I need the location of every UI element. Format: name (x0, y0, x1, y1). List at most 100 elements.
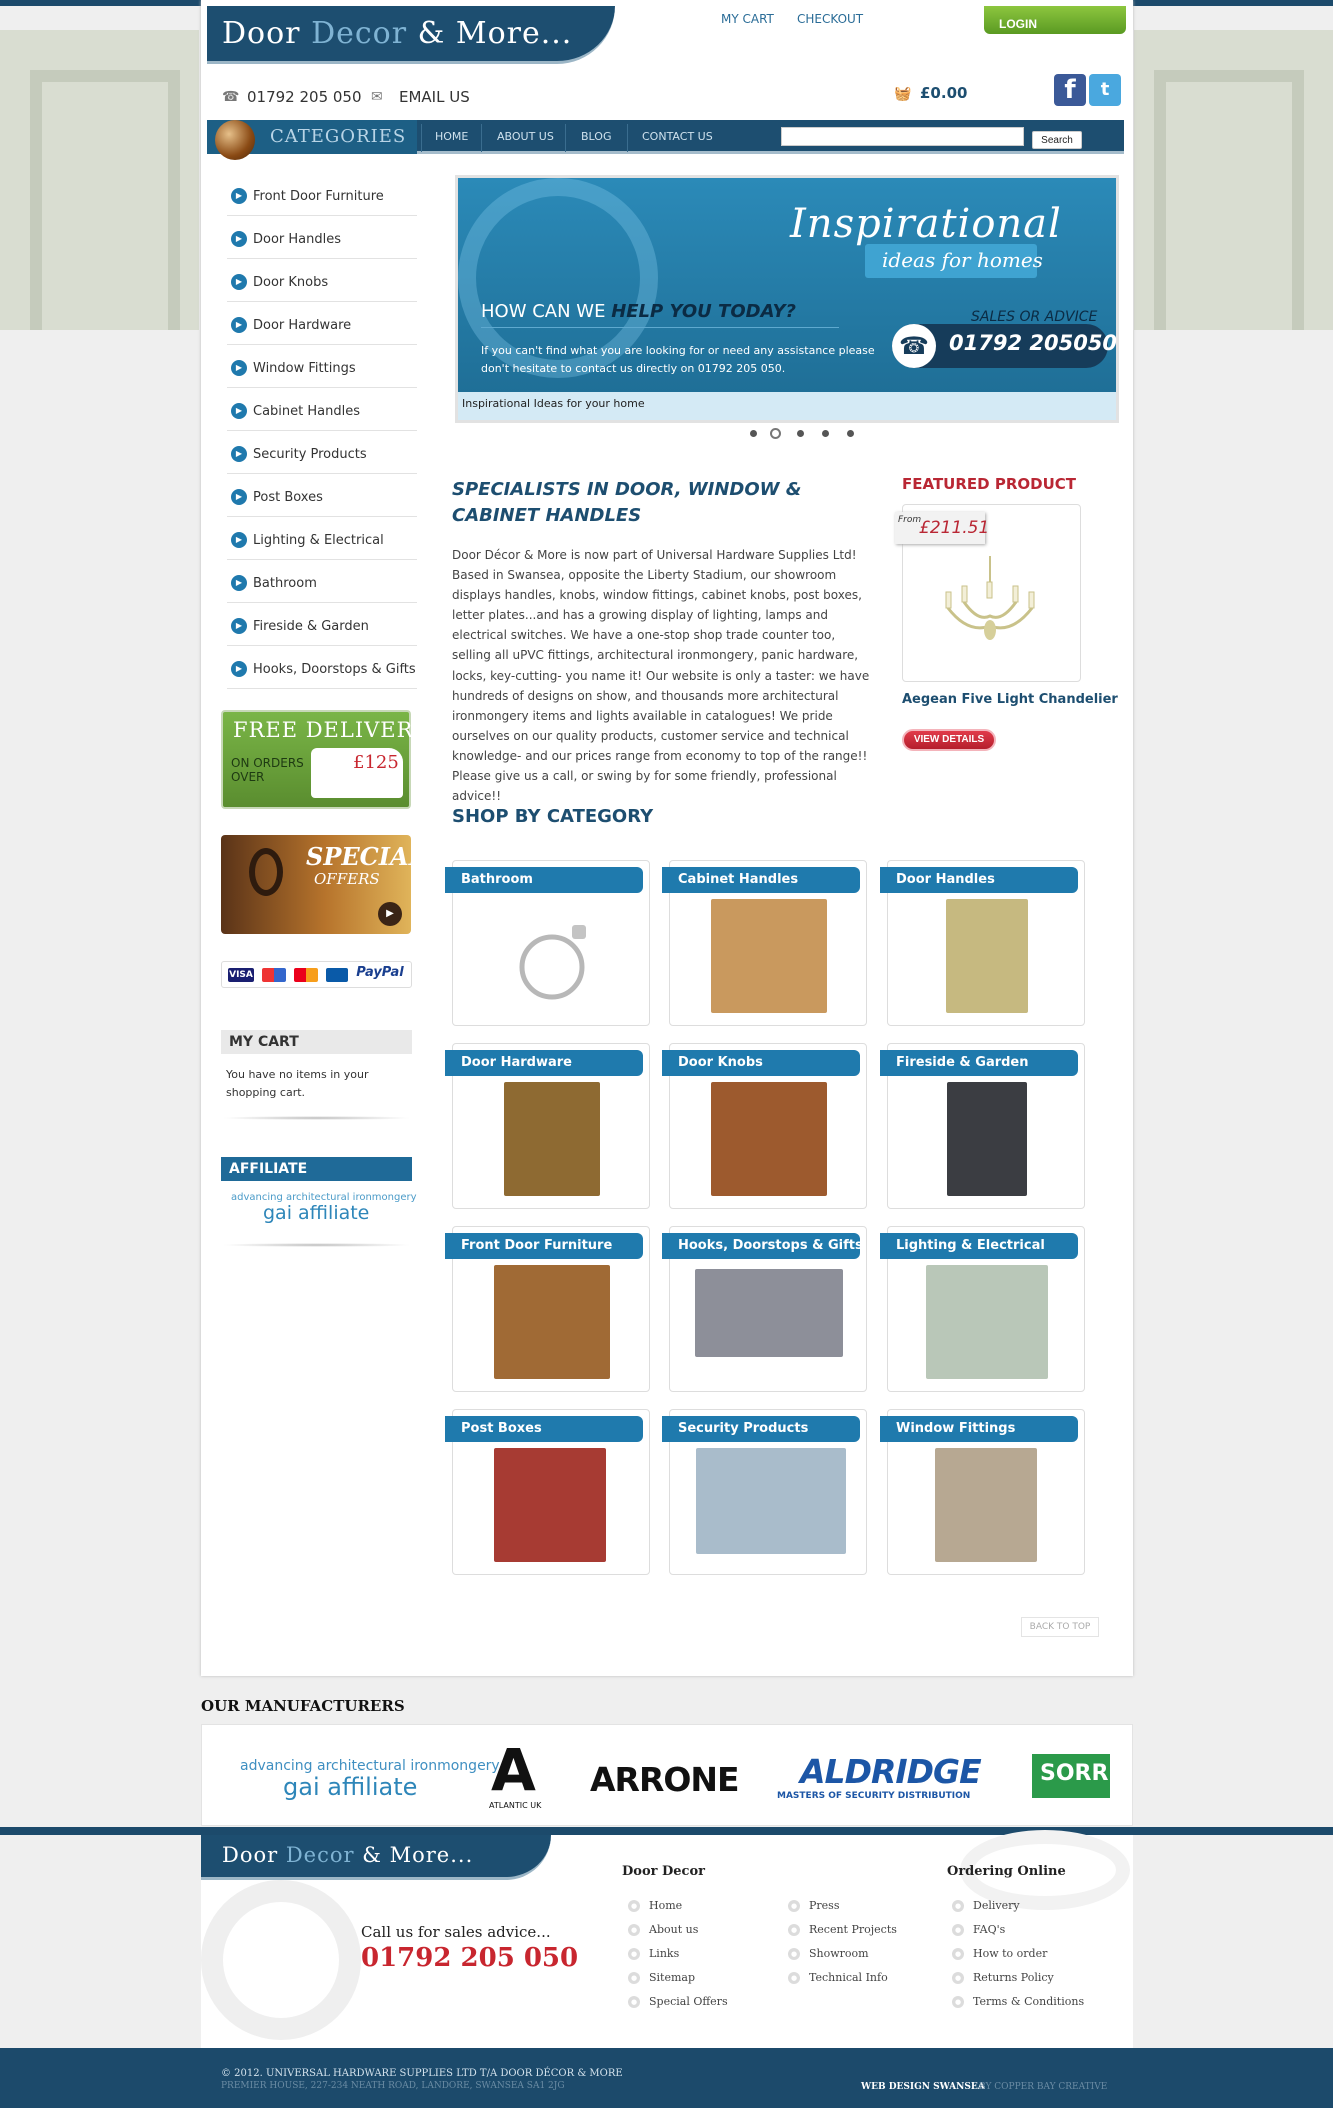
category-tile-hooks-doorstops-gifts[interactable]: Hooks, Doorstops & Gifts (662, 1226, 867, 1392)
gai-logo[interactable]: gai affiliate (283, 1773, 417, 1801)
category-tile-door-knobs[interactable]: Door Knobs (662, 1043, 867, 1209)
sidebar-category-post-boxes[interactable]: ▶ Post Boxes (227, 475, 417, 517)
nav-divider (421, 124, 422, 152)
sidebar-category-front-door-furniture[interactable]: ▶ Front Door Furniture (227, 174, 417, 216)
email-link[interactable]: EMAIL US (399, 88, 470, 106)
footer-callus-text: Call us for sales advice... (361, 1923, 551, 1941)
site-logo-text[interactable]: Door Decor & More... (222, 16, 572, 51)
slider-dot-active[interactable] (770, 428, 781, 439)
telephone-icon: ☎ (892, 324, 936, 368)
nav-about-us[interactable]: ABOUT US (497, 130, 554, 143)
category-tile-window-fittings[interactable]: Window Fittings (880, 1409, 1085, 1575)
play-bullet-icon: ▶ (231, 446, 247, 462)
slider-dot[interactable] (847, 430, 854, 437)
sidebar-category-bathroom[interactable]: ▶ Bathroom (227, 561, 417, 603)
sidebar-category-lighting-electrical[interactable]: ▶ Lighting & Electrical (227, 518, 417, 560)
atlantic-uk-logo-text: ATLANTIC UK (489, 1801, 542, 1810)
arrone-logo[interactable]: ARRONE (590, 1760, 740, 1799)
bottom-bar (0, 2048, 1333, 2108)
sales-or-advice-label: SALES OR ADVICE (971, 309, 1098, 325)
footer-band (0, 1827, 1333, 1835)
footer-link-showroom[interactable]: Showroom (809, 1947, 869, 1960)
nav-contact-us[interactable]: CONTACT US (642, 130, 713, 143)
bullet-icon: ● (628, 1996, 640, 2008)
my-cart-heading: MY CART (221, 1030, 412, 1054)
gai-logo-tagline[interactable]: advancing architectural ironmongery (240, 1758, 500, 1774)
special-offers-subtitle: OFFERS (314, 870, 380, 888)
bullet-icon: ● (952, 1996, 964, 2008)
featured-product-price: £211.51 (919, 518, 990, 538)
footer-link-special-offers[interactable]: Special Offers (649, 1995, 728, 2008)
footer-link-home[interactable]: Home (649, 1899, 682, 1912)
category-tile-post-boxes[interactable]: Post Boxes (445, 1409, 650, 1575)
category-tile-bathroom[interactable]: Bathroom (445, 860, 650, 1026)
basket-icon[interactable]: 🧺 (894, 86, 911, 102)
sidebar-category-cabinet-handles[interactable]: ▶ Cabinet Handles (227, 389, 417, 431)
nav-home[interactable]: HOME (435, 130, 468, 143)
footer-link-sitemap[interactable]: Sitemap (649, 1971, 695, 1984)
floral-swirl-decoration (201, 1880, 361, 2040)
my-cart-link[interactable]: MY CART (721, 12, 774, 26)
category-tile-cabinet-handles[interactable]: Cabinet Handles (662, 860, 867, 1026)
sidebar-category-door-handles[interactable]: ▶ Door Handles (227, 217, 417, 259)
facebook-icon[interactable]: f (1054, 74, 1086, 106)
footer-link-faqs[interactable]: FAQ's (973, 1923, 1005, 1936)
play-icon[interactable]: ▶ (378, 902, 402, 926)
category-tile-door-hardware[interactable]: Door Hardware (445, 1043, 650, 1209)
aldridge-logo[interactable]: ALDRIDGE (800, 1752, 982, 1791)
footer-col-door-decor-heading: Door Decor (622, 1864, 705, 1879)
bullet-icon: ● (952, 1948, 964, 1960)
category-tile-door-handles[interactable]: Door Handles (880, 860, 1085, 1026)
footer-link-delivery[interactable]: Delivery (973, 1899, 1020, 1912)
footer-link-links[interactable]: Links (649, 1947, 679, 1960)
category-tile-security-products[interactable]: Security Products (662, 1409, 867, 1575)
sidebar-category-security-products[interactable]: ▶ Security Products (227, 432, 417, 474)
play-bullet-icon: ▶ (231, 575, 247, 591)
footer-col-ordering-heading: Ordering Online (947, 1864, 1066, 1879)
footer-link-about-us[interactable]: About us (649, 1923, 698, 1936)
footer-link-terms-conditions[interactable]: Terms & Conditions (973, 1995, 1084, 2008)
footer-link-press[interactable]: Press (809, 1899, 839, 1912)
footer-link-recent-projects[interactable]: Recent Projects (809, 1923, 897, 1936)
chandelier-image[interactable] (938, 556, 1042, 650)
footer-logo-text[interactable]: Door Decor & More... (222, 1843, 473, 1867)
search-input[interactable] (781, 127, 1024, 146)
search-button[interactable]: Search (1032, 131, 1082, 149)
hero-subtitle: ideas for homes (882, 248, 1043, 272)
slider-dot[interactable] (822, 430, 829, 437)
sidebar-category-window-fittings[interactable]: ▶ Window Fittings (227, 346, 417, 388)
cart-total[interactable]: £0.00 (920, 84, 967, 102)
play-bullet-icon: ▶ (231, 360, 247, 376)
category-tile-lighting-electrical[interactable]: Lighting & Electrical (880, 1226, 1085, 1392)
web-design-credit-link[interactable]: WEB DESIGN SWANSEA (861, 2082, 985, 2092)
sidebar-category-fireside-garden[interactable]: ▶ Fireside & Garden (227, 604, 417, 646)
login-button[interactable]: LOGIN (984, 6, 1126, 34)
checkout-link[interactable]: CHECKOUT (797, 12, 863, 26)
sidebar-category-hooks-doorstops-gifts[interactable]: ▶ Hooks, Doorstops & Gifts (227, 647, 417, 689)
footer-link-technical-info[interactable]: Technical Info (809, 1971, 888, 1984)
footer-link-returns-policy[interactable]: Returns Policy (973, 1971, 1054, 1984)
category-tile-fireside-garden[interactable]: Fireside & Garden (880, 1043, 1085, 1209)
sidebar-category-door-knobs[interactable]: ▶ Door Knobs (227, 260, 417, 302)
sorrento-logo[interactable]: SORR (1032, 1754, 1110, 1798)
play-bullet-icon: ▶ (231, 661, 247, 677)
category-tile-front-door-furniture[interactable]: Front Door Furniture (445, 1226, 650, 1392)
atlantic-uk-logo[interactable]: A (491, 1740, 536, 1800)
view-details-button[interactable]: VIEW DETAILS (902, 729, 996, 751)
footer-link-how-to-order[interactable]: How to order (973, 1947, 1047, 1960)
nav-blog[interactable]: BLOG (581, 130, 611, 143)
featured-product-name[interactable]: Aegean Five Light Chandelier (902, 692, 1118, 707)
affiliate-logo-name[interactable]: gai affiliate (263, 1202, 369, 1224)
divider (481, 327, 839, 328)
front-door-furniture-image (494, 1265, 610, 1379)
back-to-top-button[interactable]: BACK TO TOP (1021, 1617, 1099, 1637)
sidebar-category-door-hardware[interactable]: ▶ Door Hardware (227, 303, 417, 345)
aldridge-logo-tagline: MASTERS OF SECURITY DISTRIBUTION (777, 1791, 971, 1801)
security-bolt-image (696, 1448, 846, 1554)
nav-divider (481, 124, 482, 152)
bullet-icon: ● (952, 1900, 964, 1912)
twitter-icon[interactable]: t (1089, 74, 1121, 106)
slider-dot[interactable] (797, 430, 804, 437)
slider-dot[interactable] (750, 430, 757, 437)
mail-icon: ✉ (371, 89, 383, 105)
